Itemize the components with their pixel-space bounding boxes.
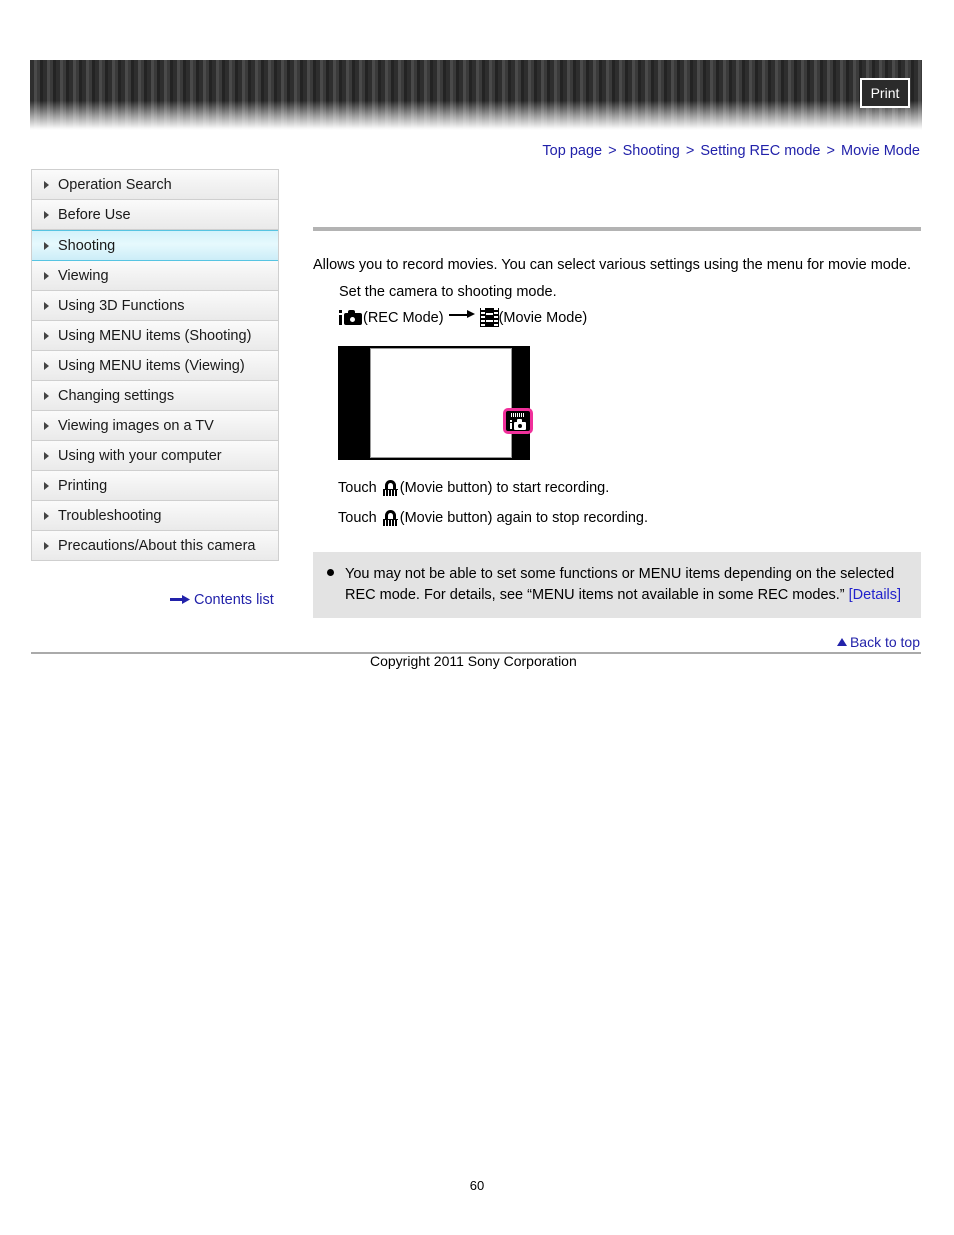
sidebar-item-label: Using MENU items (Shooting) — [58, 328, 252, 344]
sidebar-item-precautions-about-this-camera[interactable]: Precautions/About this camera — [32, 531, 278, 561]
sidebar-item-using-menu-items-viewing[interactable]: Using MENU items (Viewing) — [32, 351, 278, 381]
touch-suffix: (Movie button) to start recording. — [399, 480, 610, 497]
contents-list-link[interactable]: Contents list — [170, 592, 274, 608]
touch-suffix: (Movie button) again to stop recording. — [399, 510, 648, 527]
header-banner: Print — [30, 60, 922, 130]
step-instruction: Set the camera to shooting mode. — [339, 284, 557, 301]
arrow-right-icon — [170, 594, 190, 604]
triangle-right-icon — [44, 481, 49, 490]
details-link[interactable]: [Details] — [849, 587, 901, 603]
triangle-right-icon — [44, 541, 49, 550]
sidebar-item-shooting[interactable]: Shooting — [32, 230, 278, 261]
movie-button-icon — [382, 479, 399, 497]
movie-button-icon — [382, 509, 399, 527]
rec-mode-label: (REC Mode) — [363, 310, 444, 327]
sidebar-item-before-use[interactable]: Before Use — [32, 200, 278, 230]
sidebar-item-label: Before Use — [58, 207, 131, 223]
triangle-right-icon — [44, 301, 49, 310]
intro-paragraph: Allows you to record movies. You can sel… — [313, 257, 912, 273]
note-body: You may not be able to set some function… — [345, 566, 895, 603]
mode-path-line: (REC Mode) (Movie Mode) — [339, 308, 921, 328]
sidebar-item-operation-search[interactable]: Operation Search — [32, 170, 278, 200]
page-number: 60 — [469, 1178, 485, 1193]
sidebar-item-label: Troubleshooting — [58, 508, 162, 524]
triangle-up-icon — [836, 638, 847, 646]
touch-prefix: Touch — [338, 480, 381, 497]
sidebar-item-label: Viewing images on a TV — [58, 418, 214, 434]
back-to-top-label: Back to top — [849, 634, 920, 650]
sidebar-item-label: Using 3D Functions — [58, 298, 185, 314]
triangle-right-icon — [44, 180, 49, 189]
movie-mode-label: (Movie Mode) — [498, 310, 588, 327]
sidebar-nav: Operation Search Before Use Shooting Vie… — [31, 169, 279, 561]
sidebar-item-label: Using with your computer — [58, 448, 222, 464]
camera-screen-area — [370, 348, 512, 459]
triangle-right-icon — [44, 391, 49, 400]
touch-instruction-start: Touch (Movie button) to start recording. — [338, 479, 921, 498]
film-strip-icon — [479, 308, 499, 328]
triangle-right-icon — [44, 511, 49, 520]
sidebar-item-viewing-images-on-a-tv[interactable]: Viewing images on a TV — [32, 411, 278, 441]
camera-screen-illustration — [338, 346, 533, 461]
main-content: Allows you to record movies. You can sel… — [313, 143, 921, 619]
touch-prefix: Touch — [338, 510, 381, 527]
note-text: You may not be able to set some function… — [345, 564, 907, 605]
triangle-right-icon — [44, 421, 49, 430]
triangle-right-icon — [44, 210, 49, 219]
triangle-right-icon — [44, 331, 49, 340]
triangle-right-icon — [44, 241, 49, 250]
back-to-top-link[interactable]: Back to top — [836, 634, 920, 650]
sidebar-item-label: Changing settings — [58, 388, 175, 404]
sidebar-item-label: Viewing — [58, 268, 109, 284]
sidebar-item-printing[interactable]: Printing — [32, 471, 278, 501]
triangle-right-icon — [44, 271, 49, 280]
copyright-text: Copyright 2011 Sony Corporation — [370, 653, 577, 669]
sidebar-item-using-with-your-computer[interactable]: Using with your computer — [32, 441, 278, 471]
contents-list-label: Contents list — [194, 592, 274, 608]
sidebar-item-troubleshooting[interactable]: Troubleshooting — [32, 501, 278, 531]
sidebar-item-label: Operation Search — [58, 177, 172, 193]
content-divider — [313, 227, 921, 231]
triangle-right-icon — [44, 361, 49, 370]
sidebar-item-label: Printing — [58, 478, 108, 494]
print-button[interactable]: Print — [860, 78, 910, 108]
sidebar-item-changing-settings[interactable]: Changing settings — [32, 381, 278, 411]
sidebar-item-using-3d-functions[interactable]: Using 3D Functions — [32, 291, 278, 321]
arrow-right-icon — [448, 309, 475, 320]
rec-mode-camera-icon — [339, 308, 363, 326]
sidebar-item-using-menu-items-shooting[interactable]: Using MENU items (Shooting) — [32, 321, 278, 351]
sidebar-item-label: Shooting — [58, 238, 116, 254]
bullet-dot-icon — [327, 569, 334, 577]
rec-mode-button-icon[interactable] — [503, 408, 533, 435]
sidebar-item-label: Precautions/About this camera — [58, 538, 256, 554]
sidebar-item-label: Using MENU items (Viewing) — [58, 358, 245, 374]
sidebar-item-viewing[interactable]: Viewing — [32, 261, 278, 291]
note-box: You may not be able to set some function… — [313, 552, 921, 619]
triangle-right-icon — [44, 451, 49, 460]
touch-instruction-stop: Touch (Movie button) again to stop recor… — [338, 509, 921, 528]
